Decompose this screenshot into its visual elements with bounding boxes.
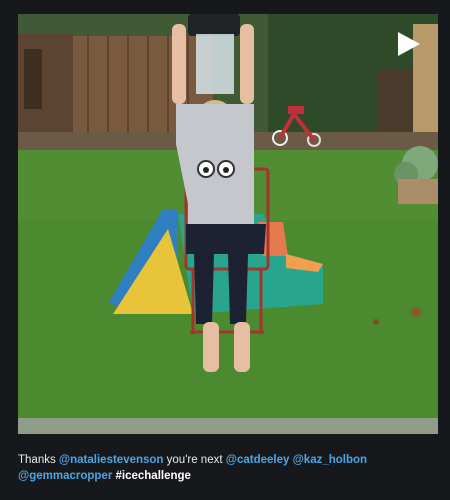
video-frame [18,14,438,434]
mention-link[interactable]: @catdeeley [226,454,290,466]
mention-link[interactable]: @gemmacropper [18,470,112,482]
caption-middle: you're next [163,454,226,466]
play-triangle-icon[interactable] [392,28,424,60]
bucket [188,14,240,36]
hashtag-link[interactable]: #icechallenge [116,470,191,482]
video-card[interactable] [18,14,438,434]
post-caption: Thanks @nataliestevenson you're next @ca… [18,452,438,484]
mention-link[interactable]: @kaz_holbon [293,454,367,466]
mention-link[interactable]: @nataliestevenson [59,454,164,466]
caption-prefix: Thanks [18,454,59,466]
